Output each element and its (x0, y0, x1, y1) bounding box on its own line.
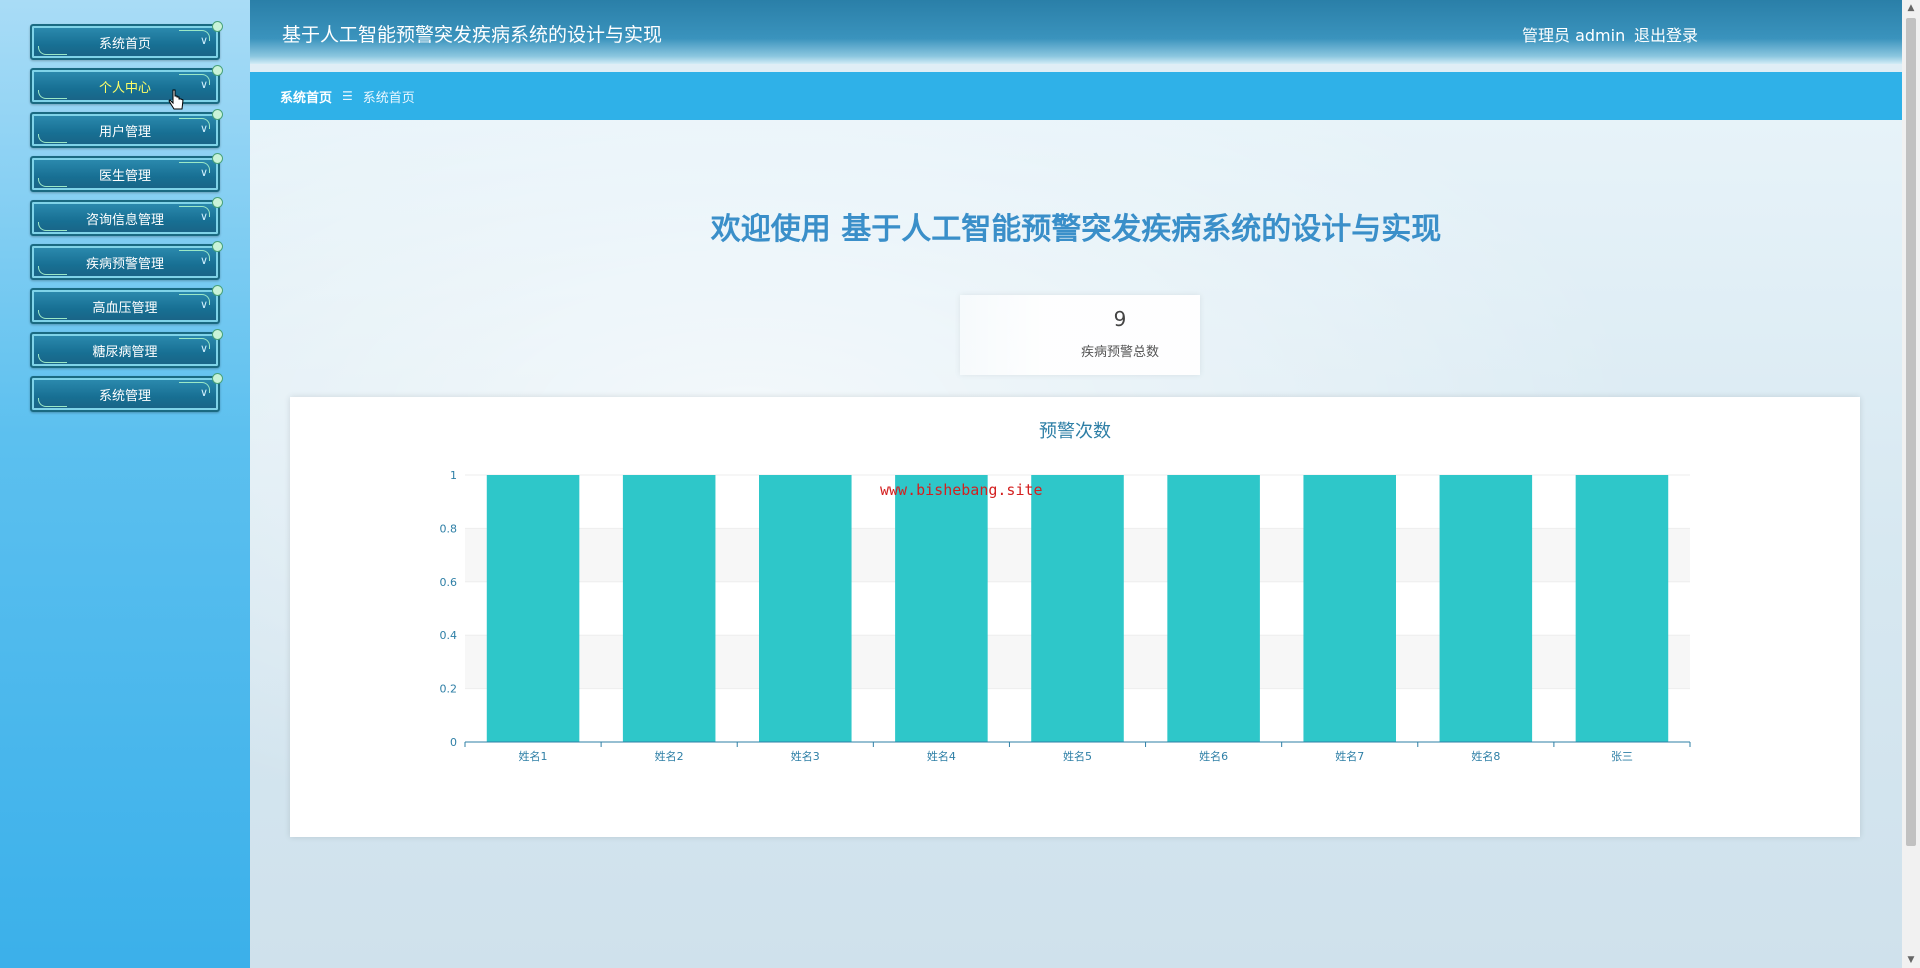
x-tick-label: 姓名4 (927, 749, 956, 763)
bar-9[interactable] (1575, 475, 1669, 742)
mouse-pointer-icon (168, 89, 184, 110)
sidebar-item-consultation[interactable]: ∨ 咨询信息管理 (30, 197, 223, 236)
scroll-down-icon[interactable]: ▼ (1902, 952, 1920, 968)
sidebar-item-profile[interactable]: ∨ 个人中心 (30, 65, 223, 104)
breadcrumb-home[interactable]: 系统首页 (280, 87, 332, 106)
bar-5[interactable] (1031, 475, 1124, 742)
sidebar: ∨ 系统首页 ∨ 个人中心 ∨ 用户管理 ∨ 医生管理 ∨ 咨询信息管理 ∨ 疾病预警管理 ∨ 高血压管理… (0, 0, 250, 968)
x-tick-label: 张三 (1611, 750, 1633, 763)
sidebar-item-label: 高血压管理 (92, 300, 158, 316)
ornament-dot-icon (212, 109, 223, 120)
chevron-down-icon: ∨ (199, 166, 208, 179)
stat-card-disease-warning: 9 疾病预警总数 (960, 295, 1200, 375)
bar-chart: 0 0.2 0.4 0.6 0.8 1 姓名1 姓名2 姓名3 姓名4 姓名5 姓名6 姓名7 姓名8 张三 (440, 469, 1691, 763)
y-tick-label: 0 (450, 736, 457, 749)
sidebar-item-label: 系统管理 (98, 388, 151, 404)
sidebar-item-label: 个人中心 (98, 80, 151, 96)
bar-1[interactable] (486, 475, 580, 742)
vine-ornament-icon (38, 354, 67, 363)
x-tick-label: 姓名8 (1471, 749, 1500, 763)
chevron-down-icon: ∨ (199, 34, 208, 47)
x-tick-label: 姓名5 (1063, 749, 1092, 763)
sidebar-item-label: 系统首页 (98, 36, 151, 52)
breadcrumb: 系统首页 ☰ 系统首页 (250, 72, 1902, 120)
chevron-down-icon: ∨ (199, 122, 208, 135)
bar-2[interactable] (622, 475, 716, 742)
ornament-dot-icon (212, 153, 223, 164)
welcome-title: 欢迎使用 基于人工智能预警突发疾病系统的设计与实现 (710, 212, 1442, 247)
chevron-down-icon: ∨ (199, 342, 208, 355)
y-tick-label: 0.4 (440, 629, 458, 642)
y-tick-label: 0.8 (440, 522, 458, 535)
vine-ornament-icon (38, 266, 67, 275)
bar-6[interactable] (1167, 475, 1260, 742)
sidebar-item-label: 医生管理 (98, 168, 151, 184)
chevron-down-icon: ∨ (199, 210, 208, 223)
sidebar-item-diabetes[interactable]: ∨ 糖尿病管理 (30, 329, 223, 368)
ornament-dot-icon (212, 65, 223, 76)
sidebar-item-doctors[interactable]: ∨ 医生管理 (30, 153, 223, 192)
y-tick-label: 0.2 (440, 683, 458, 696)
x-tick-label: 姓名2 (655, 749, 684, 763)
stat-label: 疾病预警总数 (1080, 345, 1159, 360)
x-tick-label: 姓名1 (519, 749, 548, 763)
breadcrumb-current: 系统首页 (362, 90, 415, 106)
vine-ornament-icon (38, 222, 67, 231)
x-tick-label: 姓名6 (1199, 749, 1228, 763)
sidebar-item-system[interactable]: ∨ 系统管理 (30, 373, 223, 412)
sidebar-item-disease-warning[interactable]: ∨ 疾病预警管理 (30, 241, 223, 280)
ornament-dot-icon (212, 285, 223, 296)
bar-7[interactable] (1303, 475, 1396, 742)
sidebar-item-home[interactable]: ∨ 系统首页 (30, 21, 223, 60)
sidebar-item-label: 糖尿病管理 (92, 344, 158, 360)
chart-card: 预警次数 0 0.2 0.4 0.6 0.8 1 姓名1 姓名2 姓名3 姓名4 姓名5 姓名6 姓名7… (290, 397, 1860, 837)
app-title: 基于人工智能预警突发疾病系统的设计与实现 (282, 24, 663, 46)
bar-4[interactable] (895, 475, 988, 742)
sidebar-item-hypertension[interactable]: ∨ 高血压管理 (30, 285, 223, 324)
sidebar-item-label: 咨询信息管理 (85, 212, 164, 228)
ornament-dot-icon (212, 329, 223, 340)
sidebar-item-label: 疾病预警管理 (85, 256, 164, 272)
vertical-scrollbar[interactable]: ▲ ▼ (1902, 0, 1920, 968)
vine-ornament-icon (38, 90, 67, 99)
vine-ornament-icon (38, 398, 67, 407)
vine-ornament-icon (38, 178, 67, 187)
chevron-down-icon: ∨ (199, 78, 208, 91)
y-tick-label: 0.6 (440, 576, 458, 589)
stat-value: 9 (1113, 307, 1127, 331)
vine-ornament-icon (38, 46, 67, 55)
bar-3[interactable] (759, 475, 852, 742)
sidebar-item-label: 用户管理 (98, 124, 151, 140)
main-content: 欢迎使用 基于人工智能预警突发疾病系统的设计与实现 9 疾病预警总数 预警次数 … (250, 120, 1902, 968)
y-tick-label: 1 (450, 469, 457, 482)
scrollbar-thumb[interactable] (1906, 18, 1916, 846)
x-tick-label: 姓名3 (791, 749, 820, 763)
vine-ornament-icon (38, 134, 67, 143)
bar-8[interactable] (1439, 475, 1533, 742)
ornament-dot-icon (212, 241, 223, 252)
vine-ornament-icon (38, 310, 67, 319)
current-user: 管理员 admin (1522, 26, 1626, 45)
scroll-up-icon[interactable]: ▲ (1902, 0, 1920, 16)
chevron-down-icon: ∨ (199, 298, 208, 311)
chevron-down-icon: ∨ (199, 386, 208, 399)
ornament-dot-icon (212, 197, 223, 208)
ornament-dot-icon (212, 21, 223, 32)
chevron-down-icon: ∨ (199, 254, 208, 267)
top-header: 基于人工智能预警突发疾病系统的设计与实现 管理员 admin 退出登录 (250, 0, 1902, 64)
sidebar-menu: ∨ 系统首页 ∨ 个人中心 ∨ 用户管理 ∨ 医生管理 ∨ 咨询信息管理 ∨ 疾病预警管理 ∨ 高血压管理… (30, 21, 223, 420)
logout-link[interactable]: 退出登录 (1634, 22, 1698, 46)
watermark-text: www.bishebang.site (880, 481, 1043, 499)
breadcrumb-separator-icon: ☰ (342, 89, 353, 103)
ornament-dot-icon (212, 373, 223, 384)
sidebar-item-users[interactable]: ∨ 用户管理 (30, 109, 223, 148)
x-tick-label: 姓名7 (1335, 749, 1364, 763)
